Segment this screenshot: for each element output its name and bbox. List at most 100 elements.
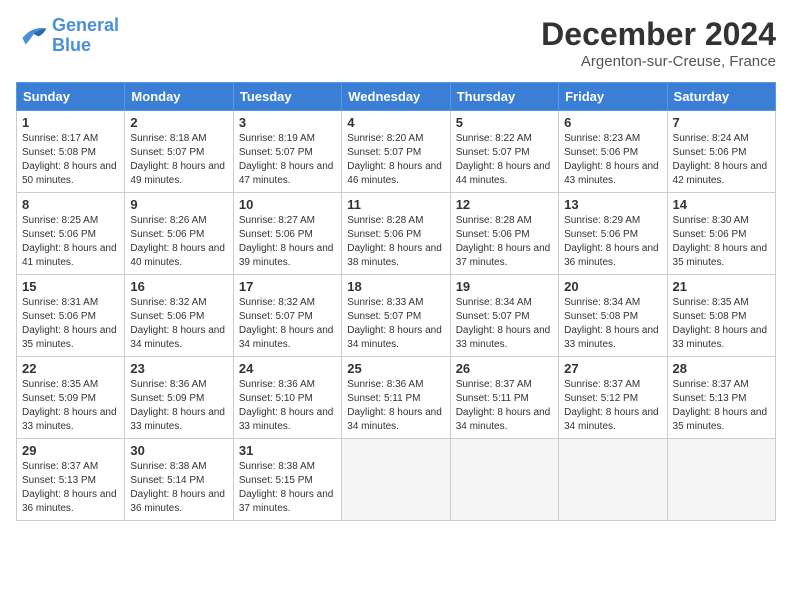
day-cell: 6Sunrise: 8:23 AMSunset: 5:06 PMDaylight… [559,111,667,193]
calendar-row: 1 Sunrise: 8:17 AMSunset: 5:08 PMDaylight… [17,111,776,193]
day-info: Sunrise: 8:32 AMSunset: 5:07 PMDaylight:… [239,296,336,352]
day-cell: 31 Sunrise: 8:38 AMSunset: 5:15 PMDayligh… [233,439,341,521]
col-thursday: Thursday [450,83,558,111]
day-number: 10 [239,197,336,212]
day-cell: 26 Sunrise: 8:37 AMSunset: 5:11 PMDayligh… [450,357,558,439]
day-info: Sunrise: 8:35 AMSunset: 5:08 PMDaylight:… [673,296,770,352]
day-info: Sunrise: 8:18 AMSunset: 5:07 PMDaylight:… [130,132,227,188]
day-number: 14 [673,197,770,212]
day-cell: 11 Sunrise: 8:28 AMSunset: 5:06 PMDayligh… [342,193,450,275]
day-number: 26 [456,361,553,376]
day-info: Sunrise: 8:22 AMSunset: 5:07 PMDaylight:… [456,132,553,188]
day-cell: 2 Sunrise: 8:18 AMSunset: 5:07 PMDaylight… [125,111,233,193]
day-cell: 30Sunrise: 8:38 AMSunset: 5:14 PMDayligh… [125,439,233,521]
day-number: 3 [239,115,336,130]
col-saturday: Saturday [667,83,775,111]
day-number: 31 [239,443,336,458]
day-number: 13 [564,197,661,212]
day-cell: 19 Sunrise: 8:34 AMSunset: 5:07 PMDayligh… [450,275,558,357]
col-sunday: Sunday [17,83,125,111]
day-number: 4 [347,115,444,130]
day-info: Sunrise: 8:34 AMSunset: 5:07 PMDaylight:… [456,296,553,352]
calendar-row: 8 Sunrise: 8:25 AMSunset: 5:06 PMDaylight… [17,193,776,275]
logo-icon [16,22,48,50]
day-number: 22 [22,361,119,376]
day-number: 1 [22,115,119,130]
day-info: Sunrise: 8:32 AMSunset: 5:06 PMDaylight:… [130,296,227,352]
day-info: Sunrise: 8:37 AMSunset: 5:13 PMDaylight:… [673,378,770,434]
day-cell: 18 Sunrise: 8:33 AMSunset: 5:07 PMDayligh… [342,275,450,357]
day-number: 29 [22,443,119,458]
day-info: Sunrise: 8:37 AMSunset: 5:13 PMDaylight:… [22,460,119,516]
day-info: Sunrise: 8:36 AMSunset: 5:09 PMDaylight:… [130,378,227,434]
day-info: Sunrise: 8:37 AMSunset: 5:12 PMDaylight:… [564,378,661,434]
day-info: Sunrise: 8:36 AMSunset: 5:10 PMDaylight:… [239,378,336,434]
day-info: Sunrise: 8:27 AMSunset: 5:06 PMDaylight:… [239,214,336,270]
day-cell: 1 Sunrise: 8:17 AMSunset: 5:08 PMDaylight… [17,111,125,193]
col-tuesday: Tuesday [233,83,341,111]
day-number: 11 [347,197,444,212]
day-info: Sunrise: 8:33 AMSunset: 5:07 PMDaylight:… [347,296,444,352]
day-cell: 28 Sunrise: 8:37 AMSunset: 5:13 PMDayligh… [667,357,775,439]
day-info: Sunrise: 8:38 AMSunset: 5:15 PMDaylight:… [239,460,336,516]
day-info: Sunrise: 8:20 AMSunset: 5:07 PMDaylight:… [347,132,444,188]
day-cell: 9 Sunrise: 8:26 AMSunset: 5:06 PMDaylight… [125,193,233,275]
location: Argenton-sur-Creuse, France [541,53,776,70]
day-cell: 7Sunrise: 8:24 AMSunset: 5:06 PMDaylight… [667,111,775,193]
day-cell: 8 Sunrise: 8:25 AMSunset: 5:06 PMDaylight… [17,193,125,275]
day-cell: 21Sunrise: 8:35 AMSunset: 5:08 PMDayligh… [667,275,775,357]
day-number: 28 [673,361,770,376]
calendar-header-row: Sunday Monday Tuesday Wednesday Thursday… [17,83,776,111]
page-header: General Blue December 2024 Argenton-sur-… [16,16,776,70]
day-number: 27 [564,361,661,376]
col-monday: Monday [125,83,233,111]
day-cell: 25Sunrise: 8:36 AMSunset: 5:11 PMDayligh… [342,357,450,439]
day-cell: 27 Sunrise: 8:37 AMSunset: 5:12 PMDayligh… [559,357,667,439]
day-cell: 24 Sunrise: 8:36 AMSunset: 5:10 PMDayligh… [233,357,341,439]
day-cell: 14 Sunrise: 8:30 AMSunset: 5:06 PMDayligh… [667,193,775,275]
day-cell: 29 Sunrise: 8:37 AMSunset: 5:13 PMDayligh… [17,439,125,521]
day-info: Sunrise: 8:37 AMSunset: 5:11 PMDaylight:… [456,378,553,434]
calendar-row: 22 Sunrise: 8:35 AMSunset: 5:09 PMDayligh… [17,357,776,439]
calendar-row: 15Sunrise: 8:31 AMSunset: 5:06 PMDayligh… [17,275,776,357]
day-cell: 23 Sunrise: 8:36 AMSunset: 5:09 PMDayligh… [125,357,233,439]
day-cell: 10 Sunrise: 8:27 AMSunset: 5:06 PMDayligh… [233,193,341,275]
day-number: 2 [130,115,227,130]
day-cell: 20Sunrise: 8:34 AMSunset: 5:08 PMDayligh… [559,275,667,357]
day-cell: 15Sunrise: 8:31 AMSunset: 5:06 PMDayligh… [17,275,125,357]
day-cell: 16 Sunrise: 8:32 AMSunset: 5:06 PMDayligh… [125,275,233,357]
day-number: 6 [564,115,661,130]
col-wednesday: Wednesday [342,83,450,111]
day-number: 30 [130,443,227,458]
day-number: 19 [456,279,553,294]
day-number: 23 [130,361,227,376]
day-number: 9 [130,197,227,212]
day-info: Sunrise: 8:24 AMSunset: 5:06 PMDaylight:… [673,132,770,188]
day-info: Sunrise: 8:26 AMSunset: 5:06 PMDaylight:… [130,214,227,270]
day-cell: 5Sunrise: 8:22 AMSunset: 5:07 PMDaylight… [450,111,558,193]
calendar-row: 29 Sunrise: 8:37 AMSunset: 5:13 PMDayligh… [17,439,776,521]
day-info: Sunrise: 8:34 AMSunset: 5:08 PMDaylight:… [564,296,661,352]
day-info: Sunrise: 8:17 AMSunset: 5:08 PMDaylight:… [22,132,119,188]
day-info: Sunrise: 8:30 AMSunset: 5:06 PMDaylight:… [673,214,770,270]
month-title: December 2024 [541,16,776,53]
day-cell: 3 Sunrise: 8:19 AMSunset: 5:07 PMDaylight… [233,111,341,193]
day-number: 8 [22,197,119,212]
day-number: 18 [347,279,444,294]
day-info: Sunrise: 8:28 AMSunset: 5:06 PMDaylight:… [456,214,553,270]
day-cell: 12Sunrise: 8:28 AMSunset: 5:06 PMDayligh… [450,193,558,275]
day-number: 15 [22,279,119,294]
calendar-table: Sunday Monday Tuesday Wednesday Thursday… [16,82,776,521]
day-info: Sunrise: 8:25 AMSunset: 5:06 PMDaylight:… [22,214,119,270]
logo-text: General Blue [52,16,119,56]
empty-cell [667,439,775,521]
day-cell: 13 Sunrise: 8:29 AMSunset: 5:06 PMDayligh… [559,193,667,275]
day-info: Sunrise: 8:29 AMSunset: 5:06 PMDaylight:… [564,214,661,270]
empty-cell [450,439,558,521]
day-info: Sunrise: 8:28 AMSunset: 5:06 PMDaylight:… [347,214,444,270]
day-info: Sunrise: 8:35 AMSunset: 5:09 PMDaylight:… [22,378,119,434]
day-number: 24 [239,361,336,376]
day-number: 16 [130,279,227,294]
day-info: Sunrise: 8:36 AMSunset: 5:11 PMDaylight:… [347,378,444,434]
day-info: Sunrise: 8:19 AMSunset: 5:07 PMDaylight:… [239,132,336,188]
